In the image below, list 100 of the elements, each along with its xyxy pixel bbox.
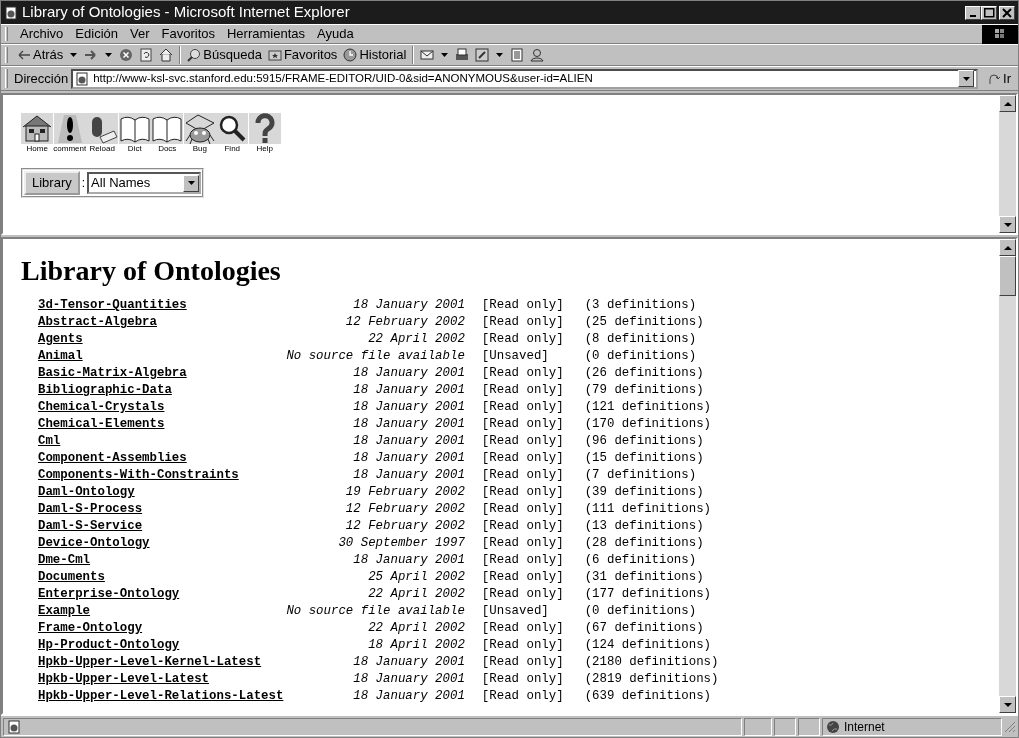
ontology-link[interactable]: Enterprise-Ontology [38,586,287,603]
ontology-link[interactable]: Agents [38,331,287,348]
date-text: 12 February 2002 [345,314,465,331]
ontology-link[interactable]: Hpkb-Upper-Level-Latest [38,671,287,688]
scroll-thumb[interactable] [999,256,1016,296]
go-arrow-icon [987,71,1002,86]
search-icon [187,48,202,62]
caret-icon[interactable] [441,53,449,57]
ontology-link[interactable]: 3d-Tensor-Quantities [38,297,287,314]
count-text: (15 definitions) [583,450,705,467]
menu-item[interactable]: Ayuda [311,24,360,44]
count-text: (6 definitions) [583,552,698,569]
status-text: [Read only] [480,620,564,637]
menu-item[interactable]: Ver [124,24,156,44]
find-tool[interactable]: Find [216,113,249,154]
status-text: [Unsaved] [480,603,550,620]
dict-tool[interactable]: Dict [118,113,151,154]
ontology-link[interactable]: Example [38,603,287,620]
comment-tool[interactable]: comment [53,113,86,154]
count-text: (177 definitions) [583,586,713,603]
count-text: (3 definitions) [583,297,698,314]
library-button[interactable]: Library [24,171,80,195]
ontology-link[interactable]: Chemical-Elements [38,416,287,433]
date-text: 18 January 2001 [353,433,465,450]
count-text: (2819 definitions) [583,671,719,688]
resize-grip-icon [1004,720,1016,733]
back-button[interactable]: Atrás [14,45,67,65]
ontology-link[interactable]: Cml [38,433,287,450]
app-icon [4,5,18,20]
scroll-down-button[interactable] [999,216,1016,233]
ontology-link[interactable]: Dme-Cml [38,552,287,569]
ontology-link[interactable]: Hp-Product-Ontology [38,637,287,654]
help-icon [248,113,281,144]
caret-icon[interactable] [105,53,113,57]
forward-arrow-icon [84,48,99,62]
date-text: 22 April 2002 [368,620,465,637]
ontology-link[interactable]: Bibliographic-Data [38,382,287,399]
menu-item[interactable]: Herramientas [221,24,311,44]
scroll-down-button[interactable] [999,696,1016,713]
ontology-link[interactable]: Documents [38,569,287,586]
search-button[interactable]: Búsqueda [184,45,265,65]
ontology-link[interactable]: Frame-Ontology [38,620,287,637]
address-label: Dirección [14,69,69,88]
caret-icon[interactable] [70,53,78,57]
date-text: 18 January 2001 [353,671,465,688]
maximize-icon [983,7,995,18]
date-text: 18 January 2001 [353,382,465,399]
bug-icon [183,113,216,144]
scroll-up-button[interactable] [999,239,1016,256]
find-icon [216,113,249,144]
status-text: [Unsaved] [480,348,550,365]
menu-item[interactable]: Edición [69,24,124,44]
home-tool[interactable]: Home [21,113,54,154]
count-text: (25 definitions) [583,314,705,331]
minimize-button[interactable] [965,5,981,20]
ontology-link[interactable]: Abstract-Algebra [38,314,287,331]
status-text: [Read only] [480,450,564,467]
count-text: (31 definitions) [583,569,705,586]
ontology-link[interactable]: Daml-S-Service [38,518,287,535]
caret-icon[interactable] [496,53,504,57]
status-text: [Read only] [480,331,564,348]
docs-tool[interactable]: Docs [151,113,184,154]
date-text: 25 April 2002 [368,569,465,586]
maximize-button[interactable] [981,5,997,20]
go-button[interactable]: Ir [984,68,1014,89]
close-button[interactable] [999,5,1015,20]
dropdown-button[interactable] [958,70,975,87]
bug-tool[interactable]: Bug [183,113,216,154]
date-text: 30 September 1997 [338,535,465,552]
ontology-link[interactable]: Device-Ontology [38,535,287,552]
count-text: (2180 definitions) [583,654,719,671]
ontology-link[interactable]: Animal [38,348,287,365]
ontology-link[interactable]: Basic-Matrix-Algebra [38,365,287,382]
close-icon [1002,7,1012,18]
ontology-link[interactable]: Hpkb-Upper-Level-Relations-Latest [38,688,287,705]
menu-item[interactable]: Archivo [14,24,70,44]
zone-text: Internet [844,718,885,736]
status-text: [Read only] [480,467,564,484]
ontology-link[interactable]: Daml-S-Process [38,501,287,518]
address-field[interactable]: http://www-ksl-svc.stanford.edu:5915/FRAME-EDITOR/UID-0&sid=ANONYMOUS&user-id=ALIEN [71,68,979,89]
ontology-link[interactable]: Components-With-Constraints [38,467,287,484]
ontology-link[interactable]: Chemical-Crystals [38,399,287,416]
history-icon [343,48,358,62]
page-icon [7,719,21,734]
scroll-down-icon [1003,222,1012,227]
ontology-link[interactable]: Hpkb-Upper-Level-Kernel-Latest [38,654,287,671]
scroll-up-button[interactable] [999,95,1016,112]
names-dropdown[interactable]: All Names [87,172,202,194]
date-text: 18 January 2001 [353,416,465,433]
print-icon [455,48,470,62]
date-text: 22 April 2002 [368,331,465,348]
ontology-link[interactable]: Component-Assemblies [38,450,287,467]
status-text: [Read only] [480,501,564,518]
ontology-link[interactable]: Daml-Ontology [38,484,287,501]
history-button[interactable]: Historial [340,45,410,65]
menu-item[interactable]: Favoritos [155,24,221,44]
reload-tool[interactable]: Reload [86,113,119,154]
status-text: [Read only] [480,382,564,399]
help-tool[interactable]: Help [248,113,281,154]
favorites-button[interactable]: Favoritos [264,45,341,65]
